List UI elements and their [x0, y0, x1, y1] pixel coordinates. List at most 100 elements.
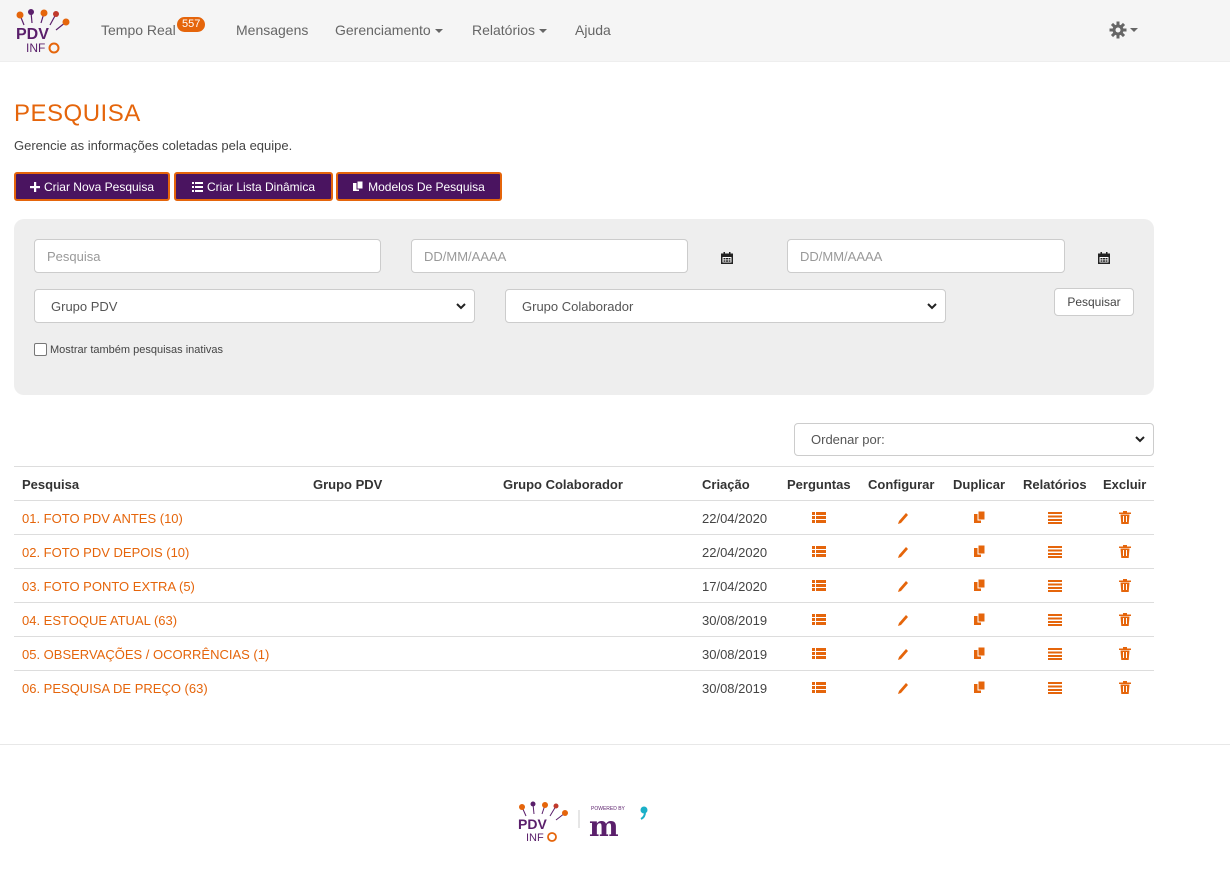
creation-date-cell: 22/04/2020: [702, 511, 768, 526]
reports-icon[interactable]: [1048, 545, 1062, 558]
search-input[interactable]: Pesquisa: [34, 239, 381, 273]
gear-icon: [1109, 21, 1127, 39]
reports-icon[interactable]: [1048, 681, 1062, 694]
duplicate-icon[interactable]: [973, 681, 987, 694]
grupo-colaborador-value: Grupo Colaborador: [522, 298, 634, 314]
inactive-surveys-checkbox[interactable]: [34, 343, 47, 356]
survey-templates-button[interactable]: Modelos De Pesquisa: [336, 172, 502, 201]
pencil-icon[interactable]: [896, 579, 910, 592]
duplicate-icon[interactable]: [973, 579, 987, 592]
svg-text:INF: INF: [26, 41, 45, 54]
col-perguntas: Perguntas: [787, 477, 851, 492]
caret-down-icon: [434, 29, 443, 34]
pencil-icon[interactable]: [896, 545, 910, 558]
table-row: 02. FOTO PDV DEPOIS (10) 22/04/2020: [14, 534, 1154, 568]
table-row: 01. FOTO PDV ANTES (10) 22/04/2020: [14, 500, 1154, 534]
top-navbar: PDV INF Tempo Real 557 Mensagens Gerenci…: [0, 0, 1230, 62]
questions-list-icon[interactable]: [812, 681, 826, 694]
plus-icon: [29, 181, 40, 192]
caret-down-icon: [539, 29, 548, 34]
nav-relatorios[interactable]: Relatórios: [472, 22, 548, 38]
pencil-icon[interactable]: [896, 681, 910, 694]
survey-name-link[interactable]: 02. FOTO PDV DEPOIS (10): [22, 545, 189, 560]
order-by-value: Ordenar por:: [811, 432, 885, 447]
trash-icon[interactable]: [1118, 545, 1132, 558]
page-subtitle: Gerencie as informações coletadas pela e…: [14, 138, 293, 153]
creation-date-cell: 30/08/2019: [702, 613, 768, 628]
col-excluir: Excluir: [1103, 477, 1147, 492]
trash-icon[interactable]: [1118, 647, 1132, 660]
create-dynamic-list-button[interactable]: Criar Lista Dinâmica: [174, 172, 333, 201]
tempo-real-badge: 557: [177, 17, 206, 32]
surveys-table: Pesquisa Grupo PDV Grupo Colaborador Cri…: [14, 466, 1154, 704]
reports-icon[interactable]: [1048, 647, 1062, 660]
questions-list-icon[interactable]: [812, 647, 826, 660]
calendar-icon[interactable]: [1098, 252, 1110, 264]
svg-text:m: m: [589, 810, 619, 843]
survey-templates-label: Modelos De Pesquisa: [368, 179, 485, 194]
trash-icon[interactable]: [1118, 681, 1132, 694]
chevron-down-icon: [456, 302, 466, 309]
footer-divider: [0, 744, 1230, 745]
create-dynamic-list-label: Criar Lista Dinâmica: [206, 179, 316, 194]
pencil-icon[interactable]: [896, 613, 910, 626]
nav-relatorios-label: Relatórios: [472, 22, 536, 38]
pencil-icon[interactable]: [896, 647, 910, 660]
table-row: 04. ESTOQUE ATUAL (63) 30/08/2019: [14, 602, 1154, 636]
settings-dropdown[interactable]: [1108, 19, 1142, 41]
chevron-down-icon: [1135, 436, 1145, 443]
survey-name-link[interactable]: 05. OBSERVAÇÕES / OCORRÊNCIAS (1): [22, 647, 269, 662]
trash-icon[interactable]: [1118, 579, 1132, 592]
grupo-pdv-value: Grupo PDV: [51, 298, 118, 314]
col-criacao[interactable]: Criação: [702, 477, 750, 492]
duplicate-icon[interactable]: [973, 647, 987, 660]
col-grupo-colaborador[interactable]: Grupo Colaborador: [503, 477, 623, 492]
survey-name-link[interactable]: 01. FOTO PDV ANTES (10): [22, 511, 183, 526]
inactive-surveys-option: Mostrar também pesquisas inativas: [34, 343, 223, 356]
survey-name-link[interactable]: 04. ESTOQUE ATUAL (63): [22, 613, 177, 628]
table-row: 03. FOTO PONTO EXTRA (5) 17/04/2020: [14, 568, 1154, 602]
questions-list-icon[interactable]: [812, 579, 826, 592]
duplicate-icon[interactable]: [973, 545, 987, 558]
grupo-pdv-select[interactable]: Grupo PDV: [34, 289, 475, 323]
chevron-down-icon: [927, 302, 937, 309]
creation-date-cell: 17/04/2020: [702, 579, 768, 594]
col-grupo-pdv[interactable]: Grupo PDV: [313, 477, 382, 492]
reports-icon[interactable]: [1048, 511, 1062, 524]
col-pesquisa[interactable]: Pesquisa: [22, 477, 79, 492]
col-configurar: Configurar: [868, 477, 935, 492]
questions-list-icon[interactable]: [812, 511, 826, 524]
create-survey-label: Criar Nova Pesquisa: [43, 179, 155, 194]
trash-icon[interactable]: [1118, 613, 1132, 626]
svg-text:INF: INF: [526, 832, 544, 844]
duplicate-icon[interactable]: [973, 511, 987, 524]
questions-list-icon[interactable]: [812, 545, 826, 558]
nav-gerenciamento-label: Gerenciamento: [335, 22, 431, 38]
nav-ajuda[interactable]: Ajuda: [575, 22, 611, 38]
search-button[interactable]: Pesquisar: [1054, 288, 1134, 316]
survey-name-link[interactable]: 06. PESQUISA DE PREÇO (63): [22, 681, 208, 696]
nav-tempo-real[interactable]: Tempo Real: [101, 22, 176, 38]
col-duplicar: Duplicar: [953, 477, 1006, 492]
date-from-input[interactable]: DD/MM/AAAA: [411, 239, 688, 273]
reports-icon[interactable]: [1048, 613, 1062, 626]
footer-logo: PDV INF POWERED BY m: [518, 801, 648, 844]
pdv-info-logo[interactable]: PDV INF: [14, 8, 72, 54]
duplicate-icon[interactable]: [973, 613, 987, 626]
nav-mensagens[interactable]: Mensagens: [236, 22, 308, 38]
table-row: 05. OBSERVAÇÕES / OCORRÊNCIAS (1) 30/08/…: [14, 636, 1154, 670]
questions-list-icon[interactable]: [812, 613, 826, 626]
pencil-icon[interactable]: [896, 511, 910, 524]
date-to-input[interactable]: DD/MM/AAAA: [787, 239, 1065, 273]
page-title: PESQUISA: [14, 100, 141, 127]
creation-date-cell: 22/04/2020: [702, 545, 768, 560]
trash-icon[interactable]: [1118, 511, 1132, 524]
order-by-select[interactable]: Ordenar por:: [794, 423, 1154, 456]
grupo-colaborador-select[interactable]: Grupo Colaborador: [505, 289, 946, 323]
nav-gerenciamento[interactable]: Gerenciamento: [335, 22, 443, 38]
reports-icon[interactable]: [1048, 579, 1062, 592]
inactive-surveys-label: Mostrar também pesquisas inativas: [50, 343, 224, 356]
create-survey-button[interactable]: Criar Nova Pesquisa: [14, 172, 170, 201]
survey-name-link[interactable]: 03. FOTO PONTO EXTRA (5): [22, 579, 195, 594]
calendar-icon[interactable]: [721, 252, 733, 264]
